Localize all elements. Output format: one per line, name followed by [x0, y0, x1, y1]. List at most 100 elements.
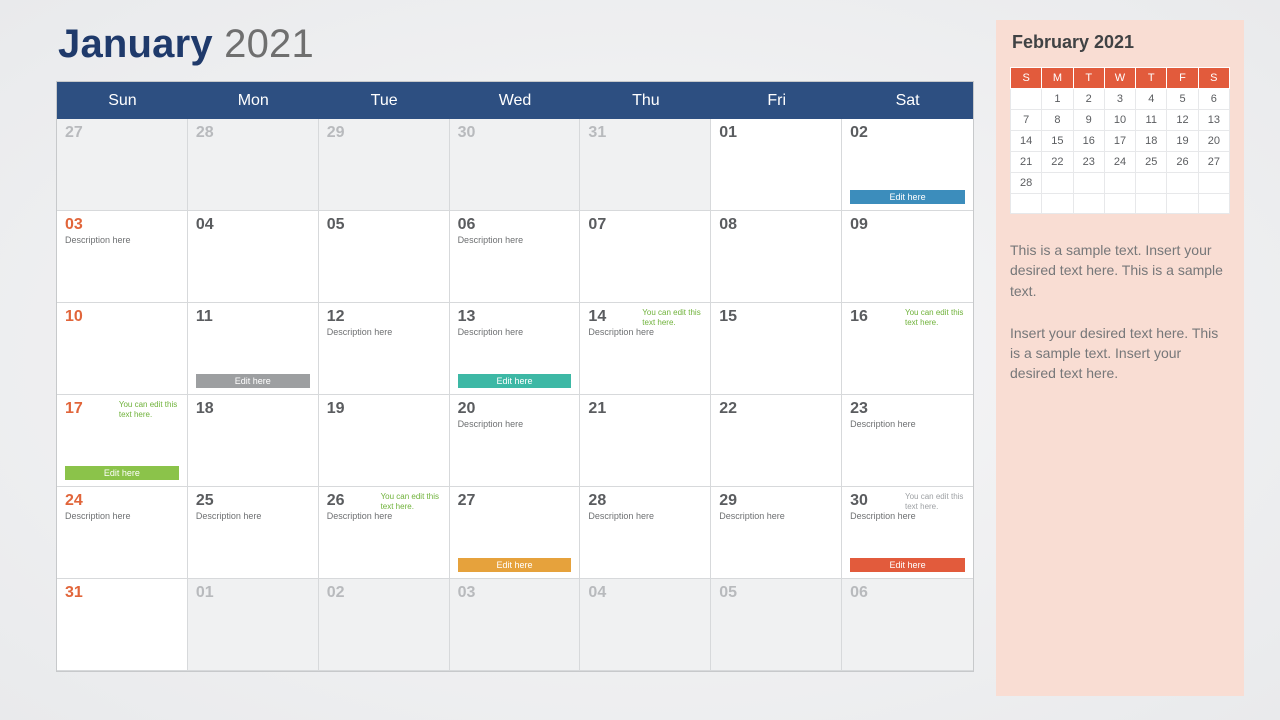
calendar-cell[interactable]: 02 [319, 579, 450, 671]
day-number: 11 [196, 309, 310, 325]
day-number: 20 [458, 401, 572, 417]
calendar-cell[interactable]: 06Description here [450, 211, 581, 303]
calendar-cell[interactable]: 25Description here [188, 487, 319, 579]
mini-day-cell: 25 [1136, 152, 1167, 173]
mini-day-cell [1011, 194, 1042, 214]
event-tag[interactable]: Edit here [65, 466, 179, 480]
day-number: 10 [65, 309, 179, 325]
mini-day-cell: 27 [1198, 152, 1229, 173]
mini-day-cell [1136, 194, 1167, 214]
day-description: Description here [850, 419, 965, 429]
day-number: 03 [65, 217, 179, 233]
mini-day-cell: 26 [1167, 152, 1198, 173]
day-number: 21 [588, 401, 702, 417]
calendar-cell[interactable]: 26Description hereYou can edit this text… [319, 487, 450, 579]
calendar-cell[interactable]: 21 [580, 395, 711, 487]
mini-day-cell [1073, 173, 1104, 194]
calendar-cell[interactable]: 03 [450, 579, 581, 671]
calendar-cell[interactable]: 16You can edit this text here. [842, 303, 973, 395]
event-tag[interactable]: Edit here [850, 558, 965, 572]
mini-day-cell: 16 [1073, 131, 1104, 152]
mini-day-cell: 14 [1011, 131, 1042, 152]
mini-day-cell: 3 [1104, 89, 1135, 110]
calendar-cell[interactable]: 24Description here [57, 487, 188, 579]
day-description: Description here [588, 511, 702, 521]
calendar-cell[interactable]: 20 Description here [450, 395, 581, 487]
mini-day-cell: 10 [1104, 110, 1135, 131]
calendar-cell[interactable]: 11 Edit here [188, 303, 319, 395]
calendar-cell[interactable]: 29Description here [711, 487, 842, 579]
calendar-cell[interactable]: 22 [711, 395, 842, 487]
mini-day-header: F [1167, 68, 1198, 89]
main-calendar: SunMonTueWedThuFriSat 27282930310102Edit… [56, 81, 974, 672]
event-tag[interactable]: Edit here [458, 558, 572, 572]
mini-day-cell [1104, 173, 1135, 194]
day-number: 28 [196, 125, 310, 141]
calendar-cell[interactable]: 05 [319, 211, 450, 303]
mini-day-cell [1011, 89, 1042, 110]
calendar-cell[interactable]: 27 [57, 119, 188, 211]
day-description: Description here [458, 327, 572, 337]
calendar-cell[interactable]: 30 [450, 119, 581, 211]
mini-day-cell: 19 [1167, 131, 1198, 152]
mini-day-cell: 15 [1042, 131, 1073, 152]
mini-day-cell [1167, 194, 1198, 214]
calendar-cell[interactable]: 06 [842, 579, 973, 671]
calendar-cell[interactable]: 30Description hereYou can edit this text… [842, 487, 973, 579]
calendar-cell[interactable]: 28 [188, 119, 319, 211]
calendar-cell[interactable]: 01 [188, 579, 319, 671]
day-description: Description here [458, 419, 572, 429]
day-number: 31 [588, 125, 702, 141]
calendar-cell[interactable]: 31 [580, 119, 711, 211]
calendar-cell[interactable]: 27Edit here [450, 487, 581, 579]
calendar-cell[interactable]: 15 [711, 303, 842, 395]
calendar-cell[interactable]: 07 [580, 211, 711, 303]
calendar-cell[interactable]: 13 Description here Edit here [450, 303, 581, 395]
calendar-cell[interactable]: 18 [188, 395, 319, 487]
day-header: Sun [57, 82, 188, 119]
day-number: 18 [196, 401, 310, 417]
calendar-cell[interactable]: 09 [842, 211, 973, 303]
day-number: 05 [327, 217, 441, 233]
day-header: Tue [319, 82, 450, 119]
mini-day-cell: 1 [1042, 89, 1073, 110]
calendar-cell[interactable]: 04 [188, 211, 319, 303]
event-tag[interactable]: Edit here [458, 374, 572, 388]
calendar-cell[interactable]: 05 [711, 579, 842, 671]
event-tag[interactable]: Edit here [850, 190, 965, 204]
day-number: 27 [65, 125, 179, 141]
calendar-cell[interactable]: 31 [57, 579, 188, 671]
calendar-cell[interactable]: 02Edit here [842, 119, 973, 211]
calendar-cell[interactable]: 08 [711, 211, 842, 303]
calendar-cell[interactable]: 03 Description here [57, 211, 188, 303]
calendar-cell[interactable]: 29 [319, 119, 450, 211]
mini-day-cell: 23 [1073, 152, 1104, 173]
day-number: 03 [458, 585, 572, 601]
calendar-day-headers: SunMonTueWedThuFriSat [57, 82, 973, 119]
day-number: 29 [327, 125, 441, 141]
day-description: Description here [65, 235, 179, 245]
event-tag[interactable]: Edit here [196, 374, 310, 388]
calendar-cell[interactable]: 28Description here [580, 487, 711, 579]
mini-day-cell [1073, 194, 1104, 214]
calendar-cell[interactable]: 17You can edit this text here.Edit here [57, 395, 188, 487]
calendar-cell[interactable]: 04 [580, 579, 711, 671]
calendar-cell[interactable]: 19 [319, 395, 450, 487]
calendar-cell[interactable]: 23Description here [842, 395, 973, 487]
day-number: 04 [196, 217, 310, 233]
day-number: 29 [719, 493, 833, 509]
calendar-cell[interactable]: 12Description here [319, 303, 450, 395]
day-note: You can edit this text here. [905, 308, 967, 328]
calendar-cell[interactable]: 10 [57, 303, 188, 395]
calendar-cell[interactable]: 01 [711, 119, 842, 211]
mini-day-cell [1198, 194, 1229, 214]
side-para-1: This is a sample text. Insert your desir… [1010, 240, 1230, 301]
calendar-cell[interactable]: 14Description hereYou can edit this text… [580, 303, 711, 395]
day-note: You can edit this text here. [381, 492, 443, 512]
day-number: 02 [327, 585, 441, 601]
day-number: 13 [458, 309, 572, 325]
day-number: 07 [588, 217, 702, 233]
day-number: 05 [719, 585, 833, 601]
title-month: January [58, 22, 213, 66]
day-number: 19 [327, 401, 441, 417]
